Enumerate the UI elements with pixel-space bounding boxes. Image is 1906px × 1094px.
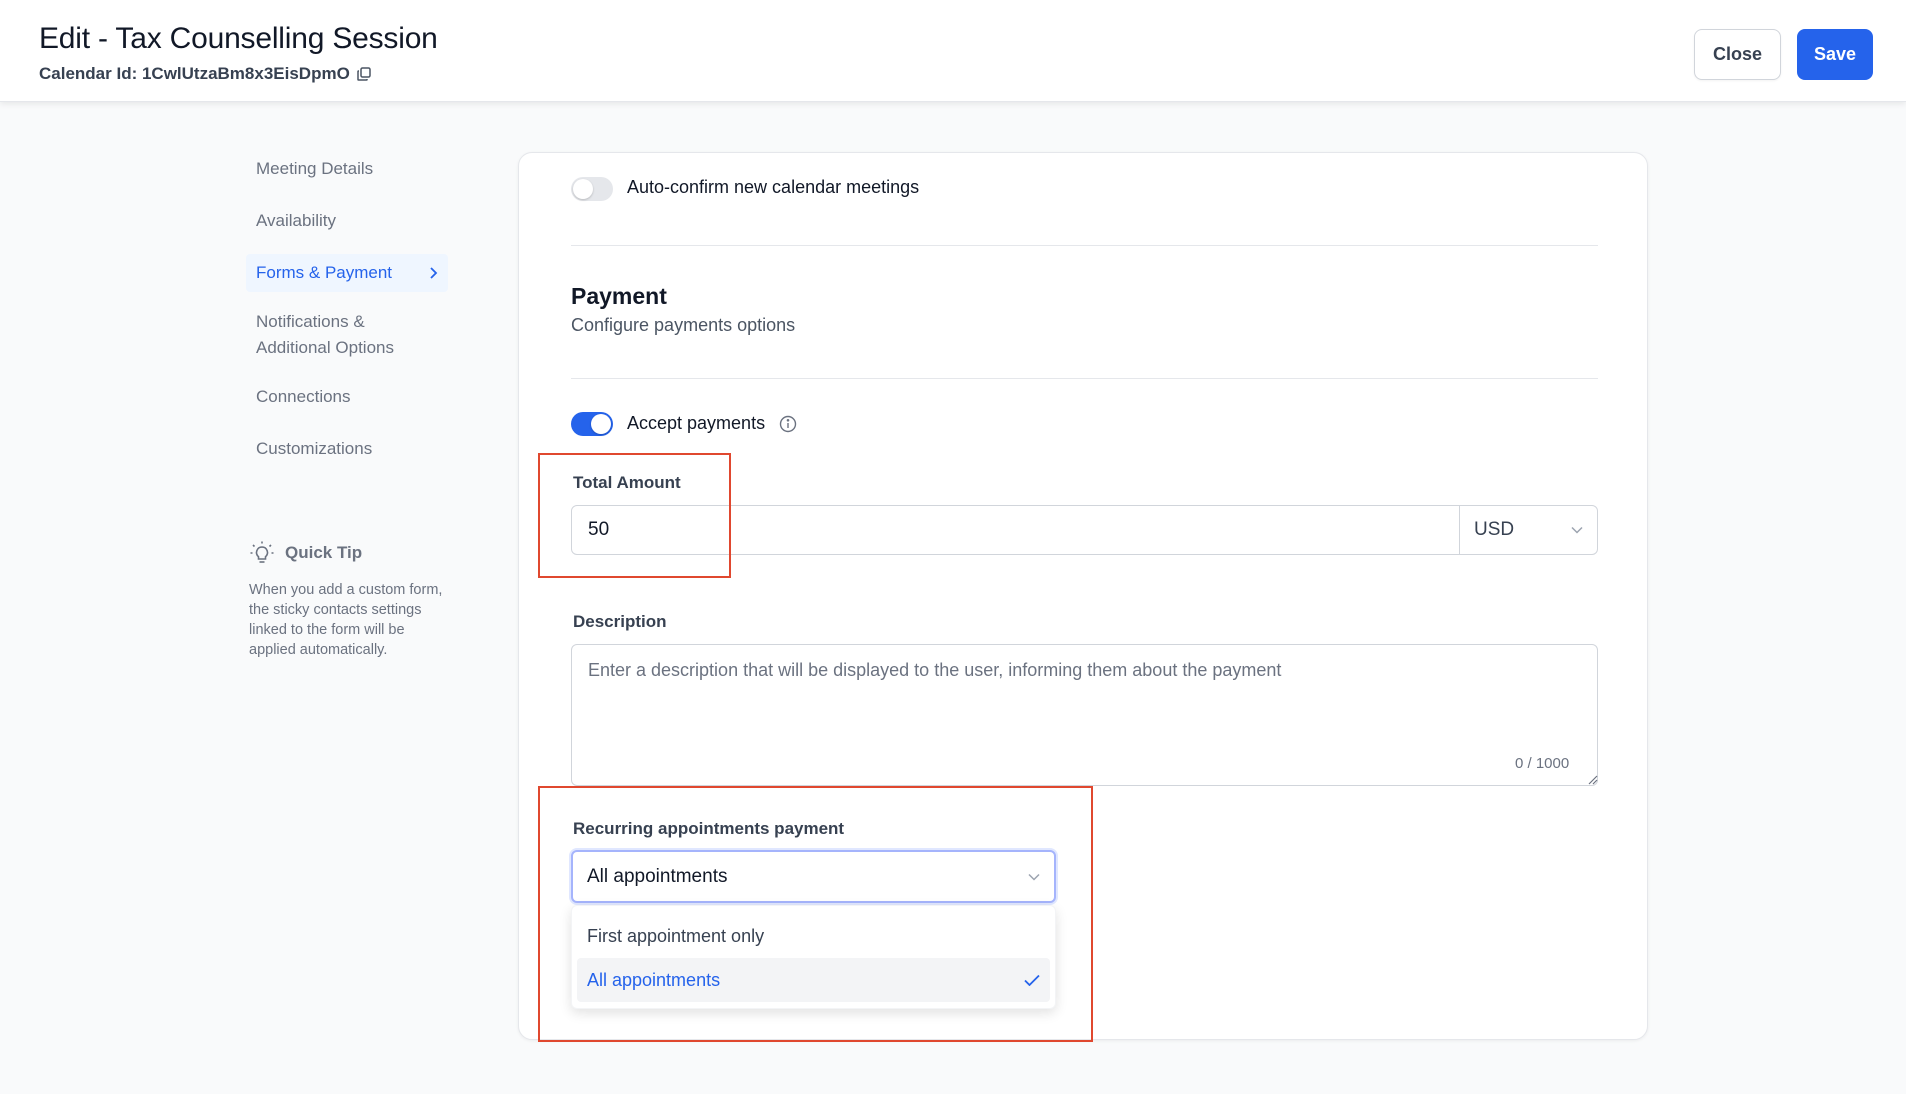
- sidebar-item-connections[interactable]: Connections: [246, 378, 448, 416]
- recurring-payment-label: Recurring appointments payment: [573, 819, 845, 838]
- chevron-down-icon: [1028, 873, 1040, 881]
- currency-value: USD: [1474, 519, 1515, 540]
- auto-confirm-toggle[interactable]: [571, 177, 613, 201]
- info-icon[interactable]: [779, 415, 797, 433]
- check-icon: [1024, 974, 1040, 986]
- description-label: Description: [573, 612, 667, 631]
- sidebar-item-label: Forms & Payment: [256, 263, 393, 282]
- close-button[interactable]: Close: [1694, 29, 1781, 80]
- recurring-payment-select[interactable]: All appointments: [571, 850, 1056, 903]
- calendar-id: Calendar Id: 1CwlUtzaBm8x3EisDpmO: [39, 64, 372, 84]
- divider: [571, 245, 1598, 246]
- total-amount-input[interactable]: [572, 506, 1459, 554]
- dropdown-option-first-appointment[interactable]: First appointment only: [577, 914, 1050, 958]
- currency-select[interactable]: USD: [1459, 506, 1597, 554]
- payment-section-subtitle: Configure payments options: [571, 315, 796, 335]
- dropdown-option-all-appointments[interactable]: All appointments: [577, 958, 1050, 1002]
- page-header: Edit - Tax Counselling Session Calendar …: [0, 0, 1906, 102]
- sidebar-item-forms-payment[interactable]: Forms & Payment: [246, 254, 448, 292]
- sidebar-item-customizations[interactable]: Customizations: [246, 430, 448, 468]
- recurring-payment-dropdown: First appointment only All appointments: [571, 905, 1056, 1009]
- save-button[interactable]: Save: [1797, 29, 1873, 80]
- chevron-down-icon: [1571, 526, 1583, 534]
- calendar-id-text: Calendar Id: 1CwlUtzaBm8x3EisDpmO: [39, 64, 350, 83]
- auto-confirm-label: Auto-confirm new calendar meetings: [627, 177, 920, 197]
- page-title: Edit - Tax Counselling Session: [39, 22, 438, 55]
- total-amount-label: Total Amount: [573, 473, 681, 492]
- recurring-payment-value: All appointments: [587, 865, 728, 887]
- payment-section-title: Payment: [571, 283, 667, 309]
- accept-payments-toggle[interactable]: [571, 412, 613, 436]
- payment-settings-card: Auto-confirm new calendar meetings Payme…: [518, 152, 1648, 1040]
- copy-icon[interactable]: [356, 66, 372, 82]
- lightbulb-icon: [250, 541, 274, 563]
- accept-payments-label: Accept payments: [627, 413, 766, 433]
- description-textarea[interactable]: [571, 644, 1598, 786]
- character-counter: 0 / 1000: [1515, 755, 1570, 772]
- chevron-right-icon: [430, 267, 438, 279]
- resize-handle-icon[interactable]: [1588, 775, 1598, 785]
- sidebar-item-notifications[interactable]: Notifications & Additional Options: [246, 306, 448, 364]
- quick-tip-text: When you add a custom form, the sticky c…: [249, 582, 443, 658]
- quick-tip: Quick Tip When you add a custom form, th…: [249, 540, 449, 660]
- divider: [571, 378, 1598, 379]
- sidebar-item-meeting-details[interactable]: Meeting Details: [246, 150, 448, 188]
- total-amount-group: USD: [571, 505, 1598, 555]
- sidebar-item-availability[interactable]: Availability: [246, 202, 448, 240]
- settings-sidebar: Meeting Details Availability Forms & Pay…: [246, 150, 448, 482]
- quick-tip-title: Quick Tip: [285, 543, 363, 562]
